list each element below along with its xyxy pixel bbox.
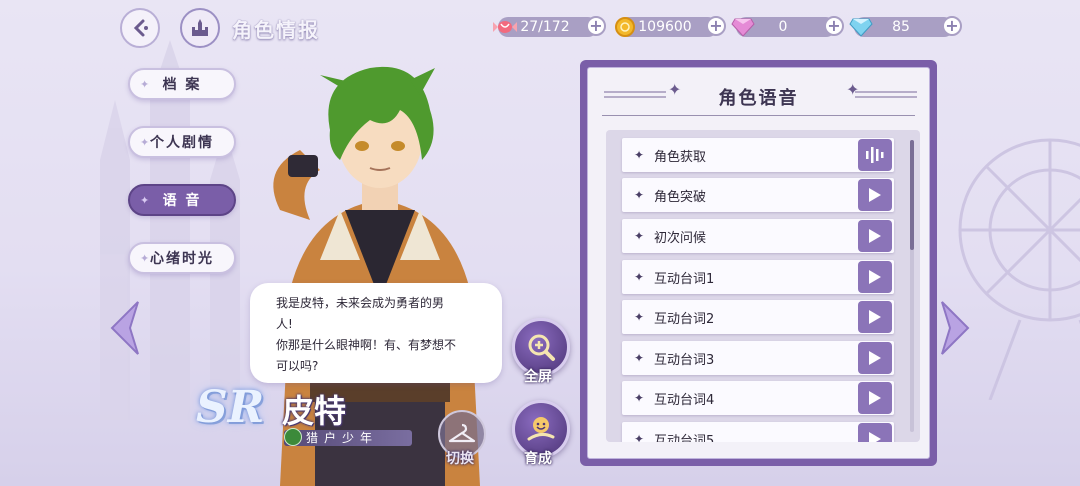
develop-label: 育成 — [524, 451, 552, 467]
sparkle-icon: ✦ — [634, 148, 645, 162]
voice-item[interactable]: ✦ 互动台词2 — [622, 300, 894, 334]
element-leaf-icon — [284, 428, 302, 446]
play-icon — [869, 188, 881, 202]
sparkle-icon: ✦ — [634, 270, 645, 284]
voice-item-label: 角色获取 — [654, 149, 707, 165]
scrollbar-thumb[interactable] — [910, 140, 914, 250]
fullscreen-label: 全屏 — [524, 369, 552, 385]
menu-label: 语 音 — [162, 193, 202, 209]
play-icon — [869, 432, 881, 442]
menu-story-button[interactable]: ✦ 个人剧情 — [128, 126, 236, 158]
voice-panel-title: 角色语音 — [718, 88, 799, 109]
menu-label: 心绪时光 — [150, 251, 214, 267]
smile-hand-icon — [527, 417, 555, 441]
back-arrow-icon — [133, 19, 148, 37]
play-icon — [869, 391, 881, 405]
resource-pink-gem: 0 + — [731, 16, 844, 38]
sparkle-icon: ✦ — [634, 432, 645, 442]
play-icon — [869, 310, 881, 324]
voice-play-button[interactable] — [858, 179, 892, 211]
pink-gem-icon — [730, 14, 756, 40]
voice-item-label: 互动台词4 — [654, 392, 715, 408]
add-candy-button[interactable]: + — [586, 16, 606, 36]
voice-play-button[interactable] — [858, 342, 892, 374]
sparkle-icon: ✦ — [634, 188, 645, 202]
voice-play-button[interactable] — [858, 220, 892, 252]
voice-item-label: 初次问候 — [654, 230, 707, 246]
sparkle-icon: ✦ — [140, 252, 152, 265]
ferris-wheel-decoration — [958, 138, 1080, 400]
hanger-icon — [448, 423, 476, 443]
voice-item-label: 互动台词3 — [654, 352, 715, 368]
sparkle-icon: ✦ — [634, 351, 645, 365]
voice-item[interactable]: ✦ 互动台词4 — [622, 381, 894, 415]
resource-candy: 27/172 + — [493, 16, 606, 38]
blue-diamond-icon — [848, 14, 874, 40]
top-bar: 角色情报 27/172 + 109600 + 0 + 85 + — [0, 0, 1080, 56]
resource-diamond: 85 + — [849, 16, 962, 38]
voice-item[interactable]: ✦ 互动台词3 — [622, 341, 894, 375]
voice-item-label: 互动台词2 — [654, 311, 715, 327]
dialogue-line: 我是皮特，未来会成为勇者的男 — [276, 296, 445, 310]
voice-item-label: 角色突破 — [654, 189, 707, 205]
character-title: 猎户少年 — [306, 431, 379, 445]
sparkle-icon: ✦ — [634, 229, 645, 243]
voice-item-label: 互动台词1 — [654, 271, 715, 287]
character-dialogue-bubble: 我是皮特，未来会成为勇者的男 人! 你那是什么眼神啊！有、有梦想不 可以吗? — [250, 283, 502, 383]
voice-play-button[interactable] — [858, 423, 892, 442]
sparkle-icon: ✦ — [634, 310, 645, 324]
add-pink-gem-button[interactable]: + — [824, 16, 844, 36]
voice-item-label: 互动台词5 — [654, 433, 715, 443]
sound-wave-icon — [866, 147, 884, 163]
sparkle-icon: ✦ — [140, 78, 152, 91]
voice-item[interactable]: ✦ 角色获取 — [622, 138, 894, 172]
next-character-arrow-icon[interactable] — [940, 300, 970, 356]
add-diamond-button[interactable]: + — [942, 16, 962, 36]
voice-item[interactable]: ✦ 互动台词5 — [622, 422, 894, 442]
panel-divider — [602, 115, 915, 116]
voice-item[interactable]: ✦ 角色突破 — [622, 178, 894, 212]
voice-playing-button[interactable] — [858, 139, 892, 171]
castle-home-icon — [192, 19, 208, 36]
voice-item[interactable]: ✦ 初次问候 — [622, 219, 894, 253]
home-button[interactable] — [180, 8, 220, 48]
voice-panel: ✦ ✦ 角色语音 ✦ 角色获取 ✦ 角色突破 ✦ 初次问候 ✦ 互动台词1 ✦ … — [580, 60, 937, 466]
play-icon — [869, 229, 881, 243]
dialogue-line: 可以吗? — [276, 359, 319, 373]
menu-label: 档 案 — [162, 77, 202, 93]
menu-label: 个人剧情 — [150, 135, 214, 151]
menu-memories-button[interactable]: ✦ 心绪时光 — [128, 242, 236, 274]
back-button[interactable] — [120, 8, 160, 48]
play-icon — [869, 351, 881, 365]
voice-item[interactable]: ✦ 互动台词1 — [622, 260, 894, 294]
sparkle-icon: ✦ — [140, 194, 152, 207]
dialogue-line: 人! — [276, 317, 293, 331]
sparkle-icon: ✦ — [140, 136, 152, 149]
voice-list[interactable]: ✦ 角色获取 ✦ 角色突破 ✦ 初次问候 ✦ 互动台词1 ✦ 互动台词2 ✦ 互… — [606, 130, 920, 442]
resource-gold: 109600 + — [615, 16, 726, 38]
voice-panel-inner: ✦ ✦ 角色语音 ✦ 角色获取 ✦ 角色突破 ✦ 初次问候 ✦ 互动台词1 ✦ … — [587, 67, 930, 459]
sparkle-icon: ✦ — [634, 391, 645, 405]
add-gold-button[interactable]: + — [706, 16, 726, 36]
rarity-badge: SR — [196, 382, 265, 433]
magnifier-plus-icon — [528, 334, 555, 361]
voice-play-button[interactable] — [858, 382, 892, 414]
menu-voice-button[interactable]: ✦ 语 音 — [128, 184, 236, 216]
gold-coin-icon — [612, 14, 638, 40]
voice-play-button[interactable] — [858, 301, 892, 333]
voice-play-button[interactable] — [858, 261, 892, 293]
menu-profile-button[interactable]: ✦ 档 案 — [128, 68, 236, 100]
character-name: 皮特 — [282, 392, 347, 430]
play-icon — [869, 270, 881, 284]
voice-list-scrollbar[interactable] — [910, 140, 914, 432]
dialogue-line: 你那是什么眼神啊！有、有梦想不 — [276, 338, 457, 352]
switch-label: 切换 — [446, 451, 474, 467]
previous-character-arrow-icon[interactable] — [110, 300, 140, 356]
page-title: 角色情报 — [232, 18, 320, 42]
candy-icon — [492, 14, 518, 40]
